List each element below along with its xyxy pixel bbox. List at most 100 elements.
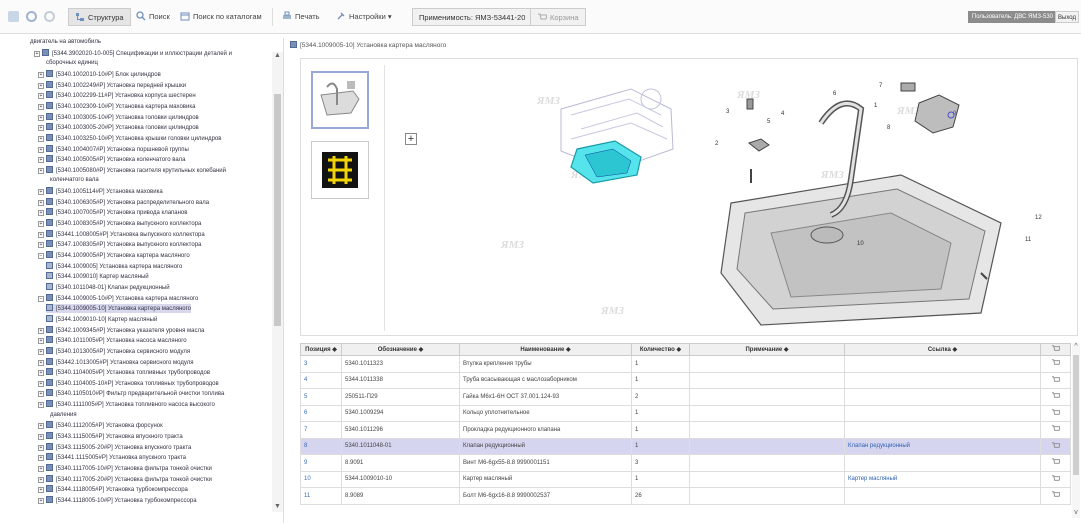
- expand-icon[interactable]: +: [38, 231, 44, 238]
- table-row[interactable]: 5 250511-П29 Гайка М6х1-6Н ОСТ 37.001.124-…: [300, 388, 1071, 406]
- expand-icon[interactable]: +: [38, 103, 44, 110]
- cell-link[interactable]: Клапан редукционный: [844, 437, 1041, 455]
- tree-item[interactable]: [5344.1009010-10] Картер масляный: [46, 314, 157, 324]
- expand-icon[interactable]: +: [38, 466, 44, 472]
- table-row[interactable]: 4 5344.1011338 Труба всасывающая с маслоза…: [300, 371, 1071, 389]
- tree-item[interactable]: + [5340.1008305#P] Установка выпускного к…: [38, 219, 201, 228]
- tree-item[interactable]: + [5340.1104005-10#P] Установка топливных…: [38, 378, 219, 388]
- tree-item[interactable]: + [5340.1011005#P] Установка насоса масля…: [38, 336, 187, 345]
- expand-icon[interactable]: +: [38, 423, 44, 430]
- expand-icon[interactable]: +: [38, 487, 44, 494]
- tree-item[interactable]: + [5343.1115005#P] Установка впускного тр…: [38, 432, 183, 441]
- tree-item[interactable]: + [53441.1115005#P] Установка впускного т…: [38, 453, 186, 462]
- tree-item[interactable]: + [5340.1007005#P] Установка привода клап…: [38, 208, 187, 217]
- collapse-icon[interactable]: −: [38, 253, 44, 259]
- scroll-up-icon[interactable]: ^: [1072, 343, 1080, 352]
- tree-item[interactable]: + [5344.3902020-10-005] Спецификации и ил…: [34, 48, 232, 58]
- expand-icon[interactable]: +: [38, 146, 44, 153]
- column-header-code[interactable]: Обозначение ◆: [341, 343, 460, 356]
- expand-icon[interactable]: +: [38, 135, 44, 142]
- tree-item[interactable]: + [5340.1002249#P] Установка передней кры…: [38, 80, 186, 90]
- scroll-down-icon[interactable]: ▼: [272, 503, 283, 512]
- expand-icon[interactable]: +: [38, 114, 44, 121]
- tree-scrollbar-thumb[interactable]: [274, 94, 281, 326]
- expand-icon[interactable]: +: [38, 125, 44, 132]
- tree-item[interactable]: [5340.1011048-01] Клапан редукционный: [46, 282, 170, 292]
- table-row[interactable]: 9 8.9091 Винт М6-6gх55-8.8 9990001151 3: [300, 454, 1071, 472]
- tree-item[interactable]: + [5340.1006305#P] Установка распределите…: [38, 197, 209, 207]
- tree-item[interactable]: + [5340.1003005-10#P] Установка головки ц…: [38, 112, 199, 122]
- tree-item[interactable]: + [5347.1008305#P] Установка выпускного к…: [38, 240, 201, 249]
- tree-item[interactable]: + [5342.1009345#P] Установка указателя ур…: [38, 325, 204, 335]
- expand-icon[interactable]: +: [38, 444, 44, 451]
- tree-item[interactable]: + [5340.1117005-20#P] Установка фильтра т…: [38, 474, 212, 484]
- table-row[interactable]: 10 5344.1009010-10 Картер масляный 1 Картер …: [300, 470, 1071, 488]
- expand-icon[interactable]: +: [38, 338, 44, 345]
- expand-icon[interactable]: +: [38, 189, 44, 196]
- thumbnail-oil-pan[interactable]: [311, 71, 369, 129]
- expand-icon[interactable]: +: [38, 157, 44, 164]
- expand-icon[interactable]: +: [38, 391, 44, 398]
- expand-icon[interactable]: +: [34, 50, 40, 57]
- back-icon[interactable]: [26, 11, 37, 22]
- tree-item[interactable]: + [53441.1008005#P] Установка выпускного …: [38, 229, 205, 239]
- add-to-cart-button[interactable]: [1040, 487, 1071, 505]
- expand-icon[interactable]: +: [38, 242, 44, 249]
- tree-item[interactable]: + [5340.1105010#P] Фильтр предварительной…: [38, 389, 224, 398]
- table-row[interactable]: 11 8.9089 Болт М6-6gх16-8.8 9990002537 26: [300, 487, 1071, 505]
- scroll-up-icon[interactable]: ▲: [272, 52, 283, 61]
- forward-icon[interactable]: [44, 11, 55, 22]
- tree-item[interactable]: двигатель на автомобиль: [30, 38, 101, 47]
- add-to-cart-button[interactable]: [1040, 371, 1071, 389]
- table-scrollbar[interactable]: ^ v: [1072, 343, 1080, 518]
- expand-icon[interactable]: +: [38, 167, 44, 174]
- column-header-link[interactable]: Ссылка ◆: [844, 343, 1041, 356]
- tree-item[interactable]: + [5340.1002299-11#P] Установка корпуса ш…: [38, 91, 196, 100]
- tree-item[interactable]: [5344.1009005] Установка картера масляно…: [46, 261, 182, 271]
- tree-item[interactable]: + [5343.1115005-20#P] Установка впускного…: [38, 442, 191, 452]
- column-header-name[interactable]: Наименование ◆: [459, 343, 632, 356]
- tree-item[interactable]: + [5340.1013005#P] Установка сервисного м…: [38, 346, 190, 356]
- tree-item[interactable]: + [5340.1003250-10#P] Установка крышки го…: [38, 133, 221, 143]
- cart-button[interactable]: Корзина: [530, 8, 586, 26]
- tree-scrollbar[interactable]: ▲ ▼: [272, 52, 283, 512]
- tree-item[interactable]: + [5340.1002010-10#P] Блок цилиндров: [38, 69, 161, 79]
- expand-icon[interactable]: +: [38, 434, 44, 441]
- tree-item[interactable]: + [5340.1117005-10#P] Установка фильтра т…: [38, 464, 212, 473]
- add-to-cart-button[interactable]: [1040, 421, 1071, 439]
- bookmark-icon[interactable]: [8, 11, 19, 22]
- add-to-cart-button[interactable]: [1040, 470, 1071, 488]
- tree-item[interactable]: + [53442.1013005#P] Установка сервисного …: [38, 357, 193, 367]
- table-row[interactable]: 3 5340.1011323 Втулка крепления трубы 1: [300, 355, 1071, 373]
- add-to-cart-button[interactable]: [1040, 404, 1071, 422]
- table-row[interactable]: 6 5340.1009294 Кольцо уплотнительное 1: [300, 404, 1071, 422]
- expand-icon[interactable]: +: [38, 455, 44, 462]
- tree-item[interactable]: + [5344.1118005#P] Установка турбокомпрес…: [38, 485, 188, 494]
- expand-icon[interactable]: +: [38, 359, 44, 366]
- table-scrollbar-thumb[interactable]: [1073, 355, 1079, 475]
- expand-icon[interactable]: +: [38, 93, 44, 100]
- catalog-search-button[interactable]: Поиск по каталогам: [180, 10, 262, 24]
- tree-item[interactable]: + [5340.1002309-10#P] Установка картера м…: [38, 101, 195, 111]
- column-header-position[interactable]: Позиция ◆: [300, 343, 342, 356]
- expand-icon[interactable]: +: [38, 370, 44, 377]
- expand-icon[interactable]: +: [38, 497, 44, 504]
- add-to-cart-button[interactable]: [1040, 437, 1071, 455]
- tree-item[interactable]: + [5340.1005005#P] Установка коленчатого …: [38, 155, 186, 164]
- tree-item[interactable]: + [5340.1112005#P] Установка форсунок: [38, 421, 163, 430]
- tree-item[interactable]: [5344.1009010] Картер масляный: [46, 272, 149, 281]
- table-row[interactable]: 7 5340.1011296 Прокладка редукционного кла…: [300, 421, 1071, 439]
- print-button[interactable]: Печать: [282, 10, 320, 24]
- tree-item[interactable]: + [5340.1104005#P] Установка топливных тр…: [38, 368, 210, 377]
- collapse-icon[interactable]: −: [38, 295, 44, 302]
- expand-icon[interactable]: +: [38, 199, 44, 206]
- tree-item[interactable]: − [5344.1009005-10#P] Установка картера м…: [38, 293, 198, 303]
- expand-icon[interactable]: +: [38, 210, 44, 217]
- tree-item[interactable]: + [5340.1005080#P] Установка гасителя кру…: [38, 165, 226, 175]
- tree-item[interactable]: + [5340.1005114#P] Установка маховика: [38, 187, 163, 196]
- add-to-cart-button[interactable]: [1040, 355, 1071, 373]
- structure-button[interactable]: Структура: [68, 8, 131, 26]
- column-header-note[interactable]: Примечание ◆: [689, 343, 845, 356]
- scroll-down-icon[interactable]: v: [1072, 509, 1080, 518]
- tree-item[interactable]: + [5340.1111005#P] Установка топливного н…: [38, 400, 215, 409]
